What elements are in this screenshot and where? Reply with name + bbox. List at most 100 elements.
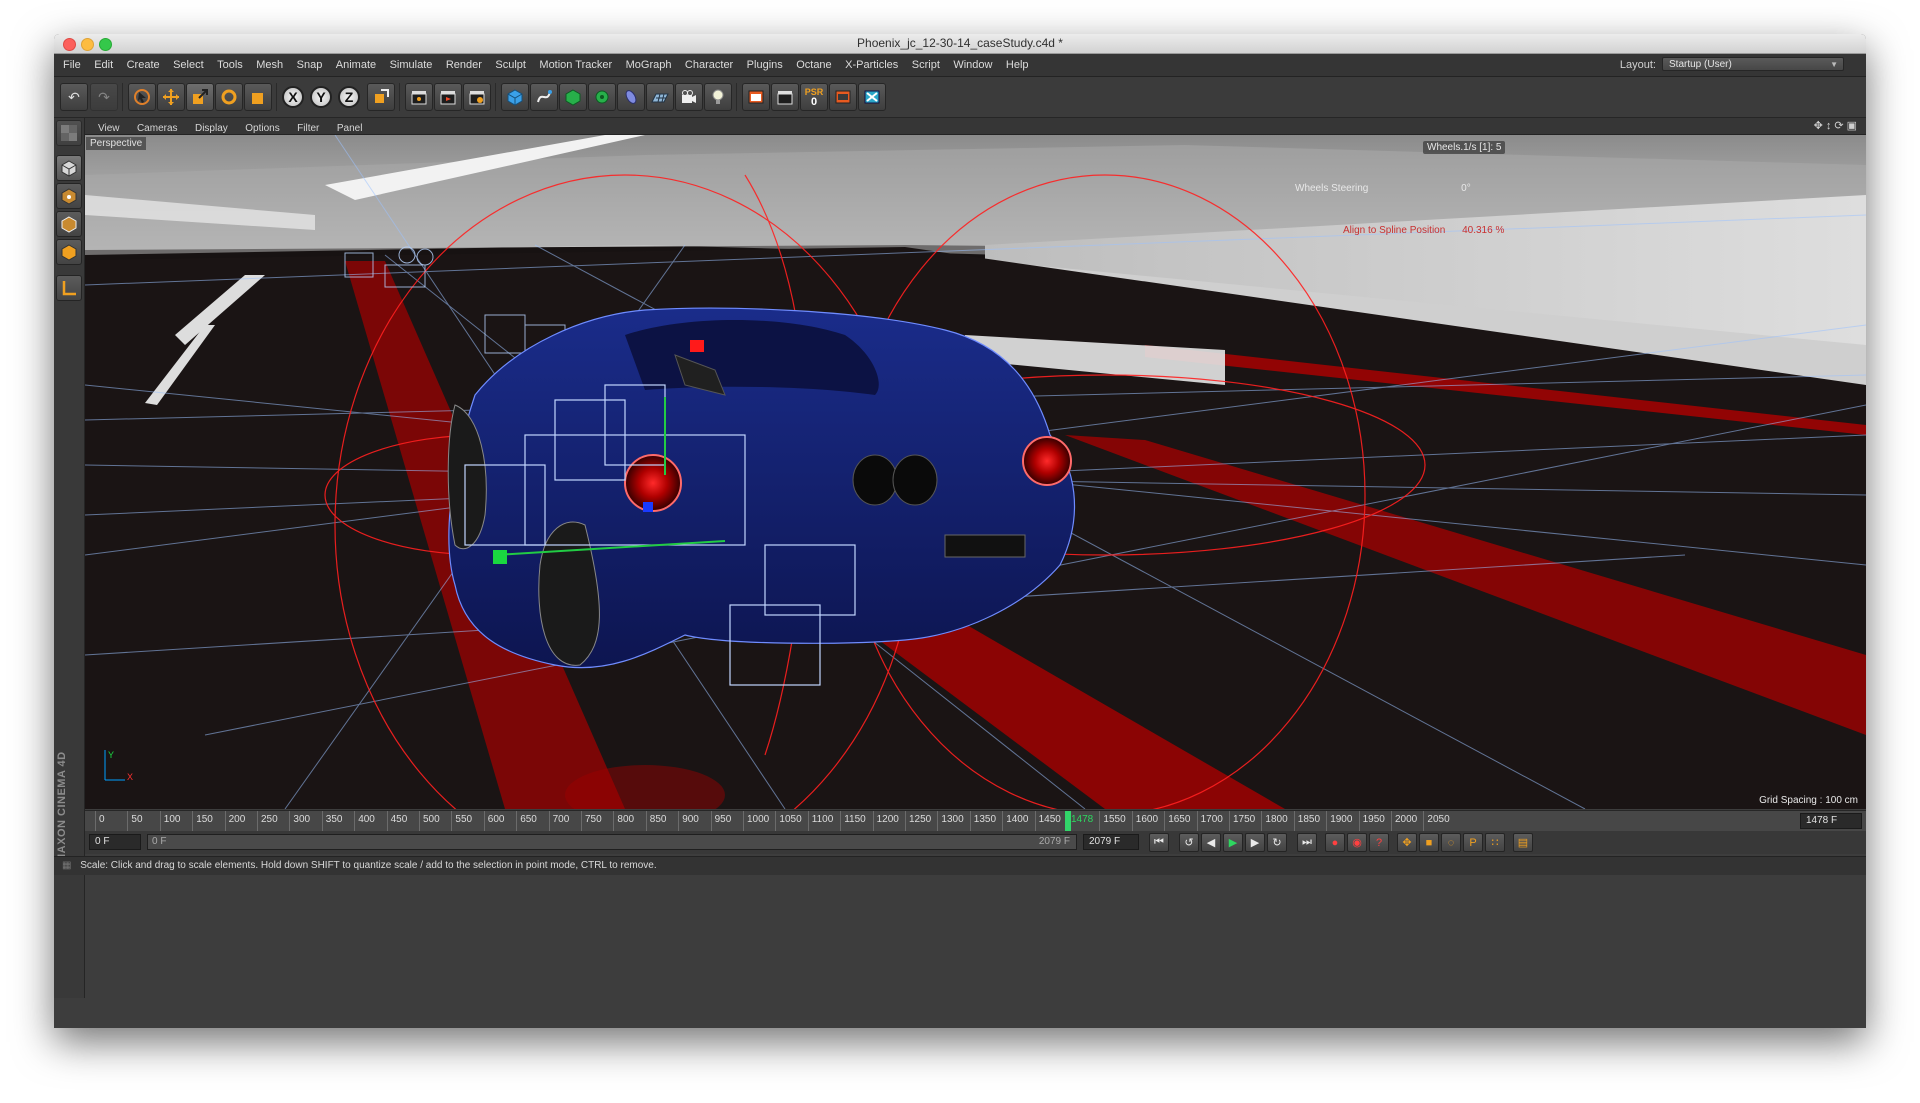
recent-tools-button[interactable] bbox=[244, 83, 272, 111]
model-mode-button[interactable] bbox=[56, 155, 82, 181]
add-deformer-button[interactable] bbox=[617, 83, 645, 111]
menu-motion-tracker[interactable]: Motion Tracker bbox=[539, 54, 612, 76]
menu-select[interactable]: Select bbox=[173, 54, 204, 76]
menu-snap[interactable]: Snap bbox=[297, 54, 323, 76]
key-position-button[interactable]: ✥ bbox=[1397, 833, 1417, 852]
edges-mode-button[interactable] bbox=[56, 211, 82, 237]
hud-wheels[interactable]: Wheels.1/s [1]: 5 bbox=[1423, 141, 1506, 154]
menu-sculpt[interactable]: Sculpt bbox=[495, 54, 526, 76]
key-rotation-button[interactable]: ◌ bbox=[1441, 833, 1461, 852]
menu-render[interactable]: Render bbox=[446, 54, 482, 76]
timeline-tick bbox=[95, 811, 96, 831]
go-to-start-button[interactable]: ⏮ bbox=[1149, 833, 1169, 852]
current-frame-display[interactable]: 1478 F bbox=[1800, 813, 1862, 829]
end-frame-field[interactable]: 2079 F bbox=[1083, 834, 1139, 850]
timeline-tick bbox=[645, 811, 647, 831]
hud-wheels-steering[interactable]: Wheels Steering 0° bbox=[1295, 183, 1471, 194]
polygons-mode-button[interactable] bbox=[56, 239, 82, 265]
move-arrows-icon bbox=[163, 89, 179, 105]
range-start-label: 0 F bbox=[152, 836, 167, 847]
status-bar: ▦ Scale: Click and drag to scale element… bbox=[54, 856, 1866, 875]
timeline-tick-label: 500 bbox=[423, 814, 440, 825]
go-to-end-button[interactable]: ⏭ bbox=[1297, 833, 1317, 852]
previous-key-button[interactable]: ↺ bbox=[1179, 833, 1199, 852]
add-spline-button[interactable] bbox=[530, 83, 558, 111]
timeline-tick bbox=[419, 811, 420, 831]
layout-dropdown[interactable]: Startup (User) ▼ bbox=[1662, 57, 1844, 71]
menu-octane[interactable]: Octane bbox=[796, 54, 831, 76]
render-to-picture-viewer-button[interactable] bbox=[434, 83, 462, 111]
scale-tool-button[interactable] bbox=[186, 83, 214, 111]
octane-settings-button[interactable] bbox=[771, 83, 799, 111]
make-editable-button[interactable] bbox=[56, 120, 82, 146]
render-view-button[interactable] bbox=[405, 83, 433, 111]
render-settings-button[interactable] bbox=[463, 83, 491, 111]
key-pla-button[interactable]: ∷ bbox=[1485, 833, 1505, 852]
add-floor-button[interactable] bbox=[646, 83, 674, 111]
x-particles-button[interactable] bbox=[858, 83, 886, 111]
close-window-button[interactable] bbox=[63, 38, 76, 51]
key-scale-button[interactable]: ■ bbox=[1419, 833, 1439, 852]
x-axis-lock-button[interactable]: X bbox=[282, 86, 304, 108]
menu-tools[interactable]: Tools bbox=[217, 54, 243, 76]
menu-mograph[interactable]: MoGraph bbox=[626, 54, 672, 76]
move-tool-button[interactable] bbox=[157, 83, 185, 111]
viewport-projection-label[interactable]: Perspective bbox=[86, 137, 147, 150]
menu-edit[interactable]: Edit bbox=[94, 54, 113, 76]
timeline-tick bbox=[743, 811, 744, 831]
timeline-window-button[interactable]: ▤ bbox=[1513, 833, 1533, 852]
viewport-navigation-icons[interactable]: ✥↕⟳▣ bbox=[1814, 119, 1860, 132]
add-mograph-button[interactable] bbox=[588, 83, 616, 111]
autokeying-button[interactable]: ◉ bbox=[1347, 833, 1367, 852]
rotate-tool-button[interactable] bbox=[215, 83, 243, 111]
live-selection-button[interactable] bbox=[128, 83, 156, 111]
coordinate-system-button[interactable] bbox=[367, 83, 395, 111]
menu-character[interactable]: Character bbox=[685, 54, 733, 76]
y-axis-lock-button[interactable]: Y bbox=[310, 86, 332, 108]
timeline-tick-label: 1850 bbox=[1297, 814, 1321, 825]
menu-animate[interactable]: Animate bbox=[336, 54, 376, 76]
menu-file[interactable]: File bbox=[63, 54, 81, 76]
add-camera-button[interactable] bbox=[675, 83, 703, 111]
redo-button[interactable]: ↷ bbox=[90, 83, 118, 111]
undo-button[interactable]: ↶ bbox=[60, 83, 88, 111]
question-icon: ? bbox=[1375, 836, 1383, 849]
add-generator-button[interactable] bbox=[559, 83, 587, 111]
z-axis-lock-button[interactable]: Z bbox=[338, 86, 360, 108]
play-button[interactable]: ▶ bbox=[1223, 833, 1243, 852]
play-icon: ▶ bbox=[1228, 837, 1238, 849]
next-frame-button[interactable]: ▶ bbox=[1245, 833, 1265, 852]
timeline-tick bbox=[905, 811, 906, 831]
zoom-window-button[interactable] bbox=[99, 38, 112, 51]
menu-plugins[interactable]: Plugins bbox=[747, 54, 783, 76]
record-keys-button[interactable]: ● bbox=[1325, 833, 1345, 852]
range-slider[interactable]: 0 F 2079 F bbox=[147, 834, 1077, 850]
key-parameter-button[interactable]: P bbox=[1463, 833, 1483, 852]
points-mode-button[interactable] bbox=[56, 183, 82, 209]
menu-x-particles[interactable]: X-Particles bbox=[845, 54, 898, 76]
timeline-tick-label: 1750 bbox=[1233, 814, 1256, 825]
texture-axis-button[interactable] bbox=[56, 275, 82, 301]
menu-script[interactable]: Script bbox=[912, 54, 940, 76]
timeline-tick bbox=[1261, 811, 1263, 831]
menu-window[interactable]: Window bbox=[953, 54, 992, 76]
octane-material-button[interactable] bbox=[829, 83, 857, 111]
menu-simulate[interactable]: Simulate bbox=[390, 54, 433, 76]
add-light-button[interactable] bbox=[704, 83, 732, 111]
current-frame-field[interactable]: 0 F bbox=[89, 834, 141, 850]
octane-live-viewer-button[interactable] bbox=[742, 83, 770, 111]
minimize-window-button[interactable] bbox=[81, 38, 94, 51]
hud-align-to-spline[interactable]: Align to Spline Position 40.316 % bbox=[1343, 225, 1504, 236]
add-cube-button[interactable] bbox=[501, 83, 529, 111]
timeline-tick bbox=[386, 811, 388, 831]
next-key-button[interactable]: ↻ bbox=[1267, 833, 1287, 852]
previous-frame-button[interactable]: ◀ bbox=[1201, 833, 1221, 852]
menu-create[interactable]: Create bbox=[127, 54, 160, 76]
3d-viewport[interactable]: Perspective Wheels.1/s [1]: 5 Wheels Ste… bbox=[85, 135, 1866, 809]
y-axis-label: Y bbox=[316, 89, 326, 105]
menu-mesh[interactable]: Mesh bbox=[256, 54, 283, 76]
keyframe-selection-button[interactable]: ? bbox=[1369, 833, 1389, 852]
psr-reset-button[interactable]: PSR 0 bbox=[800, 83, 828, 111]
timeline-ruler[interactable]: 0 50 100 150 200 250 300 350 400 450 500 550 600 650 7… bbox=[85, 810, 1866, 832]
menu-help[interactable]: Help bbox=[1006, 54, 1029, 76]
